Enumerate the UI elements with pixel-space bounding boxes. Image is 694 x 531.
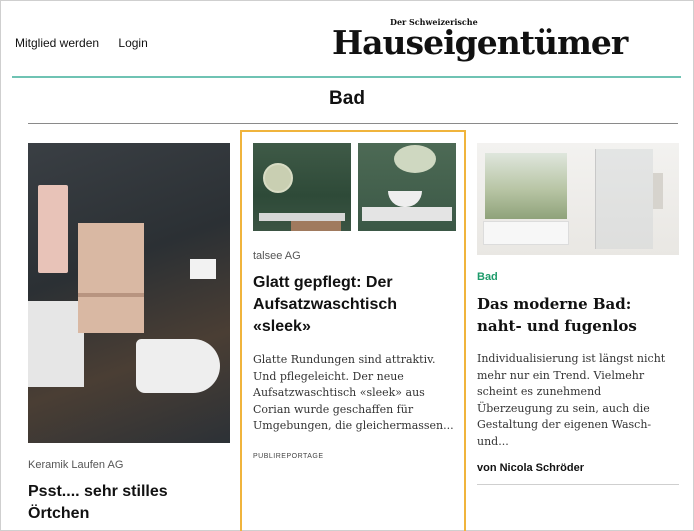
article-image-washbasin-left[interactable] (253, 143, 351, 231)
article-image-washbasin-right[interactable] (358, 143, 456, 231)
header-divider (12, 76, 681, 78)
section-title: Bad (329, 88, 365, 109)
site-logo[interactable]: Der Schweizerische Hauseigentümer (332, 17, 632, 67)
top-navigation: Mitglied werden Login (15, 36, 164, 50)
logo-wordmark: Hauseigentümer (332, 23, 628, 62)
article-card-talsee[interactable]: talsee AG Glatt gepflegt: Der Aufsatzwas… (240, 130, 466, 531)
article-title[interactable]: Das moderne Bad: naht- und fugenlos (477, 293, 679, 337)
article-card-modern-bath[interactable]: Bad Das moderne Bad: naht- und fugenlos … (477, 143, 679, 485)
card-divider (477, 484, 679, 485)
article-teaser: Glatte Rundungen sind attraktiv. Und pfl… (253, 353, 454, 432)
article-company: Keramik Laufen AG (28, 459, 124, 471)
article-title[interactable]: Glatt gepflegt: Der Aufsatzwaschtisch «s… (253, 272, 457, 338)
article-card-laufen[interactable]: Keramik Laufen AG Psst.... sehr stilles … (28, 143, 230, 525)
article-image-modern-bath[interactable] (477, 143, 679, 255)
article-teaser: Individualisierung ist längst nicht mehr… (477, 352, 666, 448)
become-member-link[interactable]: Mitglied werden (15, 36, 99, 50)
article-author: von Nicola Schröder (477, 462, 584, 474)
section-divider (28, 123, 678, 124)
article-title[interactable]: Psst.... sehr stilles Örtchen (28, 481, 230, 525)
login-link[interactable]: Login (118, 36, 147, 50)
article-category[interactable]: Bad (477, 271, 679, 283)
sponsored-tag: PUBLIREPORTAGE (253, 452, 324, 460)
article-image-toilet[interactable] (28, 143, 230, 443)
article-company: talsee AG (253, 250, 301, 262)
